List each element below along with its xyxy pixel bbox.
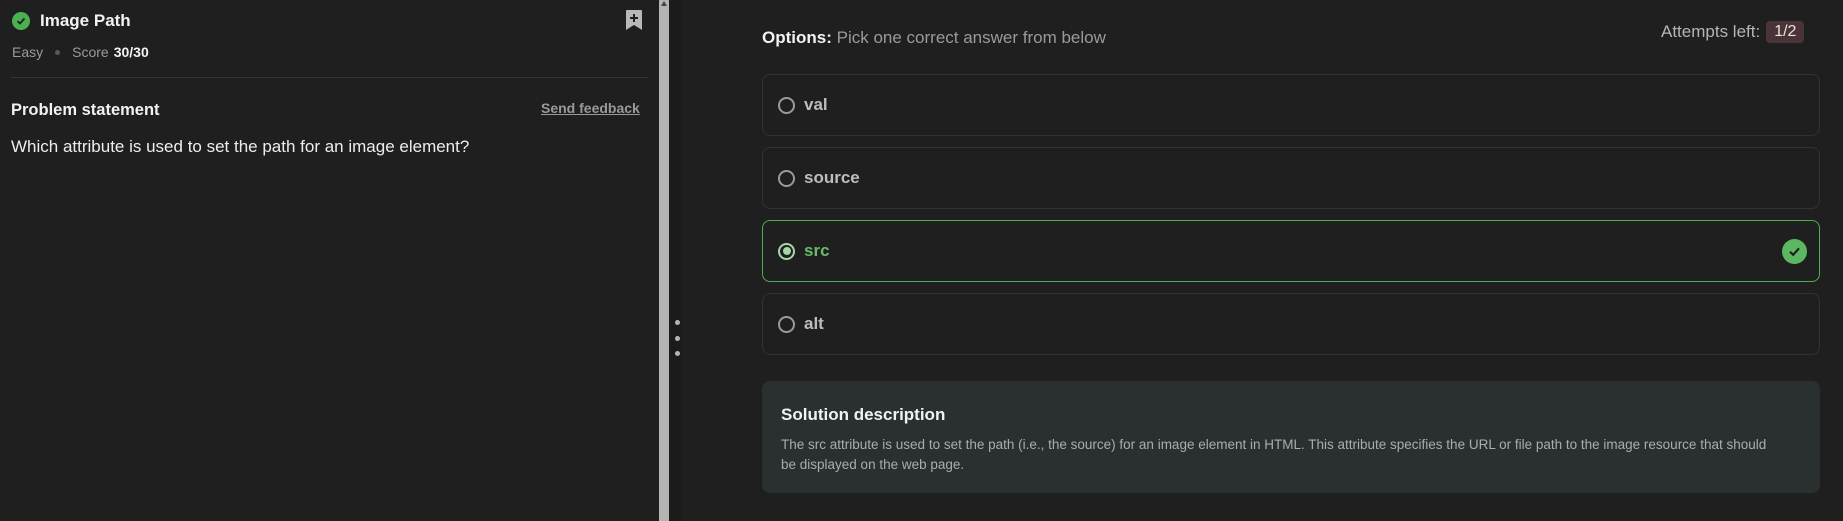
problem-title: Image Path xyxy=(40,11,131,30)
options-header: Options: Pick one correct answer from be… xyxy=(762,28,1106,48)
radio-icon[interactable] xyxy=(778,96,795,114)
option-label: source xyxy=(804,168,860,187)
scroll-up-arrow-icon[interactable] xyxy=(661,0,667,6)
radio-selected-icon[interactable] xyxy=(778,242,795,260)
option-label: alt xyxy=(804,314,824,333)
question-text: Which attribute is used to set the path … xyxy=(11,137,470,156)
attempts-indicator: Attempts left: 1/2 xyxy=(1661,21,1805,43)
option-alt[interactable]: alt xyxy=(762,293,1820,355)
score-label: Score xyxy=(72,44,109,60)
option-src[interactable]: src xyxy=(762,220,1820,282)
scrollbar[interactable] xyxy=(659,0,669,521)
attempts-label: Attempts left: xyxy=(1661,22,1761,41)
separator-dot xyxy=(55,49,61,55)
solution-text: The src attribute is used to set the pat… xyxy=(781,437,1767,472)
divider xyxy=(11,77,648,78)
solution-title: Solution description xyxy=(781,405,946,424)
option-label: val xyxy=(804,95,828,114)
option-label: src xyxy=(804,241,830,260)
problem-title-row: Image Path xyxy=(12,9,131,33)
problem-panel: Image Path Easy Score 30/30 Problem stat… xyxy=(0,0,659,521)
option-source[interactable]: source xyxy=(762,147,1820,209)
option-val[interactable]: val xyxy=(762,74,1820,136)
send-feedback-link[interactable]: Send feedback xyxy=(541,100,640,116)
bookmark-add-icon[interactable] xyxy=(624,9,644,31)
splitter-grip-icon[interactable] xyxy=(674,320,680,356)
options-instruction: Pick one correct answer from below xyxy=(836,28,1106,47)
solution-card: Solution description The src attribute i… xyxy=(762,381,1820,493)
problem-meta: Easy Score 30/30 xyxy=(12,44,149,60)
difficulty-label: Easy xyxy=(12,44,44,60)
correct-check-icon xyxy=(1782,239,1807,264)
radio-icon[interactable] xyxy=(778,315,795,333)
splitter[interactable] xyxy=(669,0,681,521)
attempts-badge: 1/2 xyxy=(1766,21,1805,43)
options-label: Options: xyxy=(762,28,832,47)
check-circle-icon xyxy=(12,12,30,30)
radio-icon[interactable] xyxy=(778,169,795,187)
problem-statement-heading: Problem statement xyxy=(11,101,160,119)
score-value: 30/30 xyxy=(113,44,149,60)
